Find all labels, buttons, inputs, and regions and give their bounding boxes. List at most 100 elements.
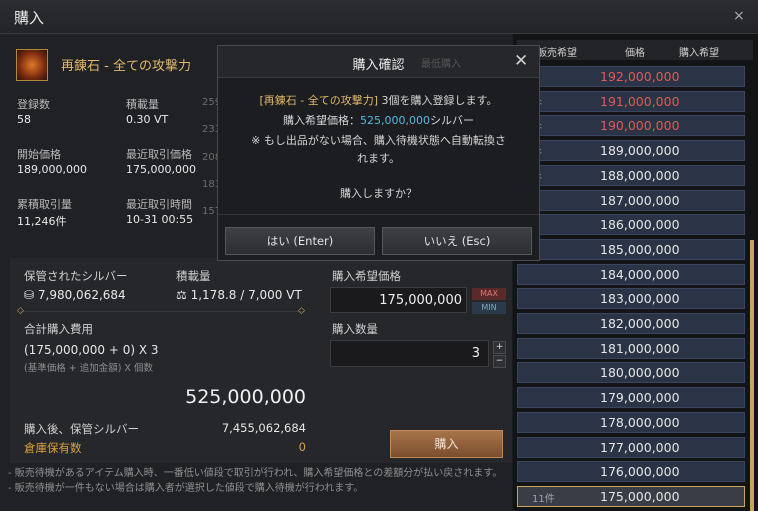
order-book-row[interactable]: 件189,000,000 xyxy=(517,140,745,162)
order-book-row[interactable]: 192,000,000 xyxy=(517,66,745,87)
confirm-no-button[interactable]: いいえ (Esc) xyxy=(382,227,532,255)
desired-price-input[interactable]: 175,000,000 xyxy=(330,287,467,313)
confirm-yes-button[interactable]: はい (Enter) xyxy=(225,227,375,255)
divider xyxy=(20,311,304,312)
row-price: 186,000,000 xyxy=(600,217,680,233)
total-trades-label: 累積取引量 xyxy=(17,198,72,211)
window-title: 購入 xyxy=(14,9,45,27)
dialog-line-4: れます。 xyxy=(357,152,400,165)
row-price: 187,000,000 xyxy=(600,192,680,208)
quantity-input[interactable]: 3 xyxy=(330,340,489,367)
row-price: 185,000,000 xyxy=(600,241,680,257)
background-text: 最低購入 xyxy=(421,59,461,70)
silver-coins-icon: ⛁ xyxy=(24,288,35,302)
row-price: 176,000,000 xyxy=(600,464,680,480)
row-price: 191,000,000 xyxy=(600,93,680,109)
dialog-line-3: ※ もし出品がない場合、購入待機状態へ自動転換さ xyxy=(251,134,506,147)
header-price: 価格 xyxy=(625,48,645,59)
order-book-row[interactable]: 11件 175,000,000 xyxy=(517,485,745,507)
order-book-row[interactable]: 187,000,000 xyxy=(517,189,745,211)
total-cost-value: 525,000,000 xyxy=(185,386,306,408)
carry-weight-value: 1,178.8 / 7,000 VT xyxy=(190,288,302,302)
quantity-label: 購入数量 xyxy=(332,322,378,336)
dialog-title: 購入確認 xyxy=(352,58,405,73)
row-price: 189,000,000 xyxy=(600,143,680,159)
weight-label: 積載量 xyxy=(126,98,159,111)
storage-count-label: 倉庫保有数 xyxy=(24,441,82,455)
dialog-price-unit: シルバー xyxy=(429,114,474,127)
row-price: 188,000,000 xyxy=(600,167,680,183)
order-book-row[interactable]: 182,000,000 xyxy=(517,313,745,334)
weight-value: 0.30 VT xyxy=(126,113,169,126)
purchase-confirm-dialog: 購入確認 ✕ 最低購入 [再錬石 - 全ての攻撃力] 3個を購入登録します。 購… xyxy=(217,45,540,261)
row-price: 192,000,000 xyxy=(600,69,680,84)
notes: - 販売待機があるアイテム購入時、一番低い値段で取引が行われ、購入希望価格との差… xyxy=(8,466,502,496)
order-book-row[interactable]: 件188,000,000 xyxy=(517,164,745,186)
divider-diamond-icon: ◇ xyxy=(17,306,24,316)
stored-silver-label: 保管されたシルバー xyxy=(24,269,128,283)
recent-price-label: 最近取引価格 xyxy=(126,148,192,161)
note-line: - 販売待機があるアイテム購入時、一番低い値段で取引が行われ、購入希望価格との差… xyxy=(8,468,503,479)
order-book-row[interactable]: 177,000,000 xyxy=(517,436,745,458)
dialog-price-label: 購入希望価格： xyxy=(283,114,360,127)
carry-weight-label: 積載量 xyxy=(176,269,211,283)
refining-stone-icon xyxy=(16,49,48,81)
order-book-row[interactable]: 185,000,000 xyxy=(517,238,745,260)
dialog-title-bar: 購入確認 ✕ xyxy=(218,46,539,78)
row-price: 175,000,000 xyxy=(600,488,680,504)
dialog-item-name: [再錬石 - 全ての攻撃力] xyxy=(259,94,379,107)
stored-silver-row: ⛁ 7,980,062,684 xyxy=(24,288,126,302)
dialog-line-1-text: 3個を購入登録します。 xyxy=(378,94,498,107)
total-trades-value: 11,246件 xyxy=(17,215,67,228)
dialog-question: 購入しますか？ xyxy=(340,187,417,200)
order-book-row[interactable]: 179,000,000 xyxy=(517,387,745,409)
close-icon[interactable]: ✕ xyxy=(514,51,528,71)
row-price: 182,000,000 xyxy=(600,316,680,331)
row-price: 179,000,000 xyxy=(600,390,680,406)
row-price: 184,000,000 xyxy=(600,266,680,282)
dialog-line-2: 購入希望価格：525,000,000シルバー xyxy=(218,112,539,128)
order-book-row[interactable]: 件191,000,000 xyxy=(517,90,745,112)
order-book-row[interactable]: 件190,000,000 xyxy=(517,115,745,137)
row-count: 11件 xyxy=(532,493,555,505)
divider-diamond-icon: ◇ xyxy=(298,306,305,316)
storage-count-value: 0 xyxy=(298,440,306,454)
min-price-button[interactable]: MIN xyxy=(472,302,506,314)
row-price: 183,000,000 xyxy=(600,291,680,307)
max-price-button[interactable]: MAX xyxy=(472,288,506,300)
desired-price-value: 175,000,000 xyxy=(379,293,462,308)
recent-time-value: 10-31 00:55 xyxy=(126,213,194,226)
registered-label: 登録数 xyxy=(17,98,50,111)
order-book-row[interactable]: 183,000,000 xyxy=(517,288,745,310)
order-book-header: 販売希望 価格 購入希望 xyxy=(517,40,753,60)
quantity-increase-button[interactable]: + xyxy=(493,341,506,354)
row-price: 177,000,000 xyxy=(600,439,680,455)
order-book-row[interactable]: 180,000,000 xyxy=(517,362,745,384)
item-name: 再錬石 - 全ての攻撃力 xyxy=(61,59,191,74)
order-book-row[interactable]: 178,000,000 xyxy=(517,411,745,433)
dialog-price-value: 525,000,000 xyxy=(360,114,430,127)
buy-button[interactable]: 購入 xyxy=(390,430,503,458)
stored-silver-value: 7,980,062,684 xyxy=(37,288,126,302)
order-book-row[interactable]: 176,000,000 xyxy=(517,461,745,483)
carry-weight-row: ⚖ 1,178.8 / 7,000 VT xyxy=(176,288,302,302)
order-book-row[interactable]: 184,000,000 xyxy=(517,263,745,285)
order-book-row[interactable]: 181,000,000 xyxy=(517,337,745,359)
quantity-value: 3 xyxy=(471,346,480,361)
order-book-row[interactable]: 186,000,000 xyxy=(517,214,745,236)
after-silver-label: 購入後、保管シルバー xyxy=(24,422,139,436)
close-icon[interactable]: × xyxy=(733,8,745,24)
row-price: 178,000,000 xyxy=(600,414,680,430)
recent-time-label: 最近取引時間 xyxy=(126,198,192,211)
order-book-scrollbar[interactable] xyxy=(750,240,754,511)
divider xyxy=(218,214,539,215)
header-buy: 購入希望 xyxy=(679,48,719,59)
quantity-decrease-button[interactable]: − xyxy=(493,355,506,368)
start-price-label: 開始価格 xyxy=(17,148,61,161)
desired-price-label: 購入希望価格 xyxy=(332,269,401,283)
row-price: 181,000,000 xyxy=(600,340,680,356)
cost-formula: (175,000,000 + 0) X 3 xyxy=(24,343,159,357)
row-price: 190,000,000 xyxy=(600,118,680,134)
total-cost-label: 合計購入費用 xyxy=(24,322,93,336)
after-silver-value: 7,455,062,684 xyxy=(221,421,306,435)
